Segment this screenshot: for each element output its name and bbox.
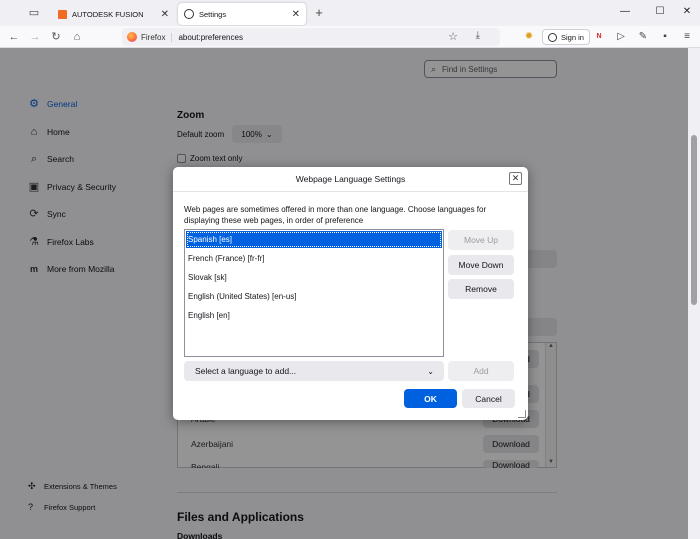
move-down-button[interactable]: Move Down xyxy=(448,255,514,275)
add-language-select[interactable]: Select a language to add... ⌄ xyxy=(184,361,444,381)
home-button[interactable]: ⌂ xyxy=(69,29,85,45)
news-extension-icon[interactable]: N xyxy=(592,30,606,44)
extensions-icon[interactable]: ✎ xyxy=(636,30,650,44)
dialog-title: Webpage Language Settings xyxy=(295,174,406,184)
webpage-language-dialog: Webpage Language Settings ✕ Web pages ar… xyxy=(173,167,528,420)
tab-overview-icon[interactable]: ▭ xyxy=(27,6,41,20)
chevron-down-icon: ⌄ xyxy=(427,366,434,376)
cancel-button[interactable]: Cancel xyxy=(462,389,515,408)
account-icon xyxy=(548,32,557,42)
ok-button[interactable]: OK xyxy=(404,389,457,408)
tab-label: AUTODESK FUSION xyxy=(72,9,144,19)
language-item-french[interactable]: French (France) [fr-fr] xyxy=(186,250,442,267)
nav-bar: ← → ↻ ⌂ Firefox about:preferences ☆ ⤓ ✹ … xyxy=(0,26,700,48)
url-bar[interactable]: Firefox about:preferences ☆ ⤓ xyxy=(122,28,500,46)
close-icon[interactable]: ✕ xyxy=(509,172,522,185)
close-window-button[interactable]: ✕ xyxy=(672,4,700,20)
dialog-divider xyxy=(173,191,528,192)
maximize-button[interactable]: ☐ xyxy=(645,4,675,20)
minimize-button[interactable]: — xyxy=(610,4,640,20)
sign-in-button[interactable]: Sign in xyxy=(542,29,590,45)
language-list[interactable]: Spanish [es] French (France) [fr-fr] Slo… xyxy=(184,229,444,357)
dialog-description: Web pages are sometimes offered in more … xyxy=(184,205,487,225)
firefox-logo-icon xyxy=(127,32,137,42)
gear-icon xyxy=(184,9,194,19)
language-item-english[interactable]: English [en] xyxy=(186,307,442,324)
close-icon[interactable]: ✕ xyxy=(161,9,169,20)
tab-label: Settings xyxy=(199,9,227,19)
add-language-placeholder: Select a language to add... xyxy=(195,366,297,376)
move-up-button[interactable]: Move Up xyxy=(448,230,514,250)
scrollbar-thumb[interactable] xyxy=(691,135,697,305)
remove-button[interactable]: Remove xyxy=(448,279,514,299)
back-button[interactable]: ← xyxy=(6,29,22,45)
media-icon[interactable]: ▷ xyxy=(614,30,628,44)
new-tab-button[interactable]: + xyxy=(312,4,326,22)
tab-autodesk-fusion[interactable]: AUTODESK FUSION ✕ xyxy=(52,3,175,25)
download-icon[interactable]: ⤓ xyxy=(476,30,480,41)
forward-button[interactable]: → xyxy=(27,29,43,45)
reload-button[interactable]: ↻ xyxy=(48,29,64,45)
close-icon[interactable]: ✕ xyxy=(292,9,300,20)
fusion-logo-icon xyxy=(58,9,67,19)
tab-settings[interactable]: Settings ✕ xyxy=(178,3,306,25)
language-item-slovak[interactable]: Slovak [sk] xyxy=(186,269,442,286)
bookmark-star-icon[interactable]: ☆ xyxy=(448,30,458,43)
language-item-english-us[interactable]: English (United States) [en-us] xyxy=(186,288,442,305)
tab-strip: ▭ AUTODESK FUSION ✕ Settings ✕ + — ☐ ✕ xyxy=(0,0,700,26)
add-button[interactable]: Add xyxy=(448,361,514,381)
language-item-spanish[interactable]: Spanish [es] xyxy=(186,231,442,248)
resize-grip-icon[interactable] xyxy=(518,410,526,418)
extension-icon[interactable]: ✹ xyxy=(522,30,536,44)
sign-in-label: Sign in xyxy=(561,32,584,42)
menu-icon[interactable]: ≡ xyxy=(680,30,694,44)
lock-icon[interactable]: ▪ xyxy=(658,30,672,44)
identity-label[interactable]: Firefox xyxy=(141,32,173,42)
